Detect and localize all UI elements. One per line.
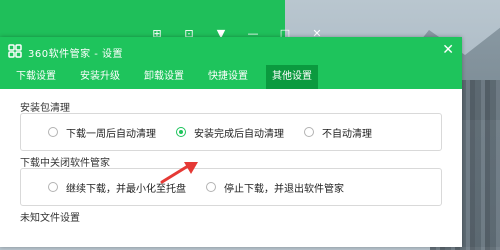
close-button[interactable]: ✕ xyxy=(442,42,454,58)
titlebar: 360软件管家 - 设置 ✕ xyxy=(0,37,462,65)
group-close-while-download: 下载中关闭软件管家 继续下载，并最小化至托盘 停止下载，并退出软件管家 xyxy=(20,154,442,206)
group-title-unknown: 未知文件设置 xyxy=(20,213,80,224)
window-title: 360软件管家 - 设置 xyxy=(28,49,124,60)
tab-shortcuts[interactable]: 快捷设置 xyxy=(202,65,254,89)
group-unknown-files: 未知文件设置 xyxy=(20,209,442,224)
group-box xyxy=(20,113,442,151)
radio-button[interactable] xyxy=(48,127,58,137)
tab-download[interactable]: 下载设置 xyxy=(10,65,62,89)
settings-content: 安装包清理 下载一周后自动清理 安装完成后自动清理 不自动清理 下载中关闭软件管… xyxy=(0,89,462,244)
settings-window: 360软件管家 - 设置 ✕ 下载设置 安装升级 卸载设置 快捷设置 其他设置 … xyxy=(0,37,462,247)
app-logo-icon xyxy=(8,44,22,58)
tab-bar: 下载设置 安装升级 卸载设置 快捷设置 其他设置 xyxy=(0,65,462,89)
radio-button[interactable] xyxy=(176,127,186,137)
tab-install[interactable]: 安装升级 xyxy=(74,65,126,89)
tab-other[interactable]: 其他设置 xyxy=(266,65,318,89)
radio-button[interactable] xyxy=(206,182,216,192)
group-title-close: 下载中关闭软件管家 xyxy=(20,158,110,169)
red-arrow-icon xyxy=(160,162,198,184)
tab-uninstall[interactable]: 卸载设置 xyxy=(138,65,190,89)
group-box xyxy=(20,168,442,206)
radio-button[interactable] xyxy=(304,127,314,137)
group-title-cleanup: 安装包清理 xyxy=(20,103,70,114)
group-cleanup: 安装包清理 下载一周后自动清理 安装完成后自动清理 不自动清理 xyxy=(20,99,442,151)
radio-button[interactable] xyxy=(48,182,58,192)
